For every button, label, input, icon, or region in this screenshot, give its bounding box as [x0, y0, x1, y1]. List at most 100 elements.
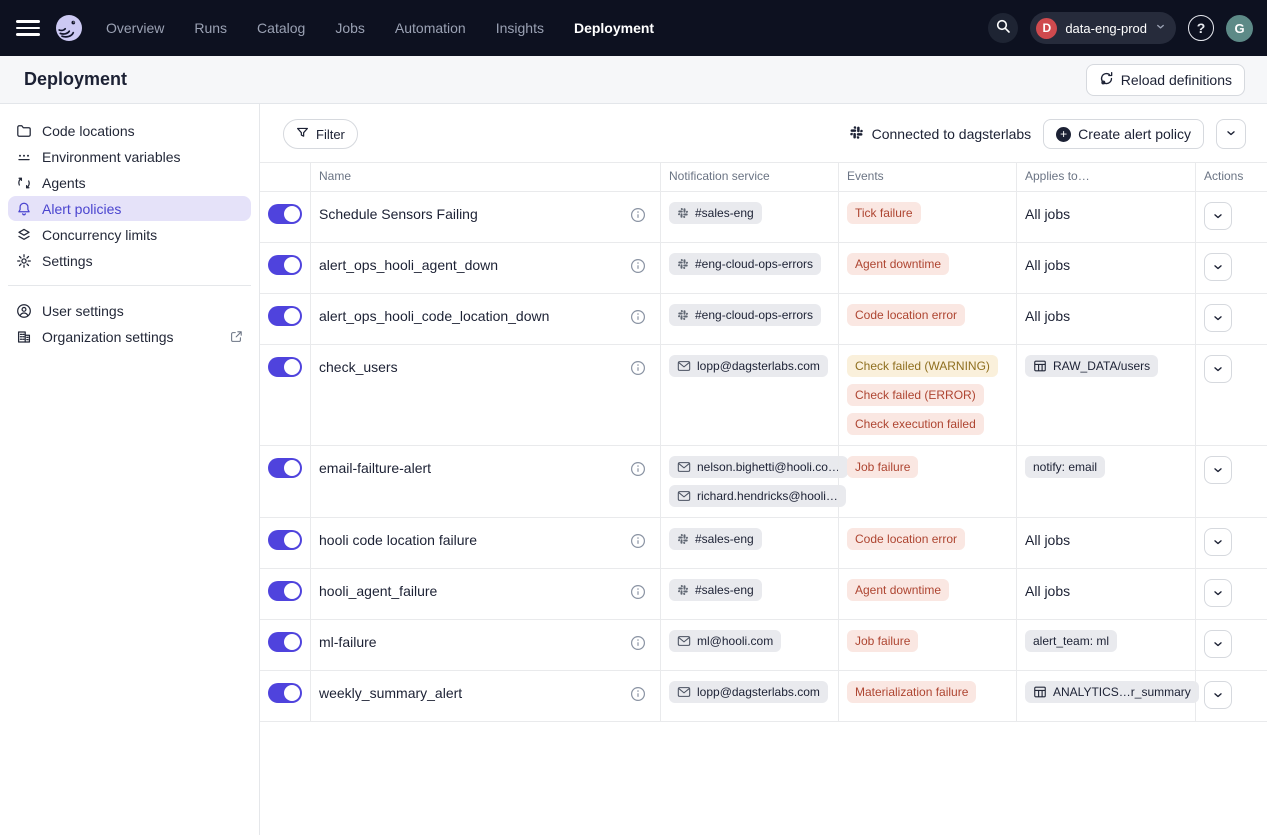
sidebar-item-settings[interactable]: Settings	[8, 248, 251, 273]
applies-to-cell: All jobs	[1016, 569, 1195, 619]
events-cell: Agent downtime	[838, 243, 1016, 293]
events-cell: Check failed (WARNING)Check failed (ERRO…	[838, 345, 1016, 445]
slack-icon	[677, 533, 689, 545]
info-icon[interactable]	[630, 584, 646, 600]
enabled-toggle[interactable]	[268, 357, 302, 377]
enabled-toggle[interactable]	[268, 306, 302, 326]
event-badge: Tick failure	[847, 202, 921, 224]
nav-link-insights[interactable]: Insights	[496, 20, 544, 36]
applies-to-cell: All jobs	[1016, 192, 1195, 242]
asset-badge: RAW_DATA/users	[1025, 355, 1158, 377]
info-icon[interactable]	[630, 360, 646, 376]
row-actions-dropdown-button[interactable]	[1204, 253, 1232, 281]
chevron-down-icon	[1212, 536, 1224, 548]
user-avatar[interactable]: G	[1226, 15, 1253, 42]
row-actions-dropdown-button[interactable]	[1204, 304, 1232, 332]
enabled-toggle[interactable]	[268, 458, 302, 478]
chevron-down-icon	[1212, 689, 1224, 701]
notification-label: nelson.bighetti@hooli.co…	[697, 460, 840, 474]
email-icon	[677, 460, 691, 474]
row-actions-dropdown-button[interactable]	[1204, 579, 1232, 607]
toolbar-more-dropdown-button[interactable]	[1216, 119, 1246, 149]
slack-channel-badge: #sales-eng	[669, 579, 762, 601]
reload-definitions-button[interactable]: Reload definitions	[1086, 64, 1245, 96]
toggle-column-header	[260, 163, 310, 191]
sidebar-item-organization-settings[interactable]: Organization settings	[8, 324, 251, 349]
notification-service-cell: lopp@dagsterlabs.com	[660, 345, 838, 445]
row-actions-dropdown-button[interactable]	[1204, 681, 1232, 709]
events-cell: Job failure	[838, 620, 1016, 670]
settings-sidebar: Code locationsEnvironment variablesAgent…	[0, 104, 260, 835]
dagster-logo-icon[interactable]	[54, 13, 84, 43]
sidebar-item-environment-variables[interactable]: Environment variables	[8, 144, 251, 169]
alert-policies-icon	[16, 201, 32, 217]
applies-to-cell: ANALYTICS…r_summary	[1016, 671, 1195, 721]
agents-icon	[16, 175, 32, 191]
actions-column-header: Actions	[1195, 163, 1267, 191]
table-icon	[1033, 685, 1047, 699]
info-icon[interactable]	[630, 686, 646, 702]
row-actions-dropdown-button[interactable]	[1204, 202, 1232, 230]
sidebar-item-user-settings[interactable]: User settings	[8, 298, 251, 323]
enabled-toggle[interactable]	[268, 581, 302, 601]
applies-to-label: ANALYTICS…r_summary	[1053, 685, 1191, 699]
info-icon[interactable]	[630, 258, 646, 274]
filter-label: Filter	[316, 127, 345, 142]
tag-badge: alert_team: ml	[1025, 630, 1117, 652]
sidebar-item-agents[interactable]: Agents	[8, 170, 251, 195]
alert-policies-toolbar: Filter Connected to dagsterlabs + Create…	[260, 104, 1267, 162]
enabled-toggle[interactable]	[268, 255, 302, 275]
slack-icon	[677, 309, 689, 321]
slack-connection-status: Connected to dagsterlabs	[849, 125, 1032, 143]
name-cell: hooli_agent_failure	[310, 569, 660, 619]
enabled-toggle[interactable]	[268, 683, 302, 703]
nav-link-catalog[interactable]: Catalog	[257, 20, 305, 36]
asset-badge: ANALYTICS…r_summary	[1025, 681, 1199, 703]
nav-link-automation[interactable]: Automation	[395, 20, 466, 36]
applies-to-label: alert_team: ml	[1033, 634, 1109, 648]
chevron-down-icon	[1212, 638, 1224, 650]
email-badge: ml@hooli.com	[669, 630, 781, 652]
sidebar-item-alert-policies[interactable]: Alert policies	[8, 196, 251, 221]
sidebar-item-code-locations[interactable]: Code locations	[8, 118, 251, 143]
name-cell: ml-failure	[310, 620, 660, 670]
sidebar-item-concurrency-limits[interactable]: Concurrency limits	[8, 222, 251, 247]
create-alert-policy-button[interactable]: + Create alert policy	[1043, 119, 1204, 149]
name-cell: Schedule Sensors Failing	[310, 192, 660, 242]
actions-cell	[1195, 243, 1267, 293]
info-icon[interactable]	[630, 461, 646, 477]
alert-policy-row: hooli code location failure#sales-engCod…	[260, 518, 1267, 569]
search-button[interactable]	[988, 13, 1018, 43]
nav-link-runs[interactable]: Runs	[194, 20, 227, 36]
nav-link-deployment[interactable]: Deployment	[574, 20, 654, 36]
alert-policy-row: ml-failure ml@hooli.com Job failure alert_t…	[260, 620, 1267, 671]
row-actions-dropdown-button[interactable]	[1204, 528, 1232, 556]
environment-variables-icon	[16, 149, 32, 165]
sidebar-item-label: Alert policies	[42, 201, 243, 217]
nav-link-jobs[interactable]: Jobs	[335, 20, 365, 36]
help-button[interactable]: ?	[1188, 15, 1214, 41]
filter-button[interactable]: Filter	[283, 119, 358, 149]
event-badge: Check execution failed	[847, 413, 984, 435]
info-icon[interactable]	[630, 533, 646, 549]
event-badge: Agent downtime	[847, 253, 949, 275]
toggle-cell	[260, 294, 310, 344]
concurrency-limits-icon	[16, 227, 32, 243]
row-actions-dropdown-button[interactable]	[1204, 456, 1232, 484]
row-actions-dropdown-button[interactable]	[1204, 630, 1232, 658]
alert-policy-row: check_userslopp@dagsterlabs.comCheck fai…	[260, 345, 1267, 446]
enabled-toggle[interactable]	[268, 204, 302, 224]
row-actions-dropdown-button[interactable]	[1204, 355, 1232, 383]
info-icon[interactable]	[630, 207, 646, 223]
notification-label: richard.hendricks@hooli…	[697, 489, 838, 503]
info-icon[interactable]	[630, 309, 646, 325]
applies-to-cell: RAW_DATA/users	[1016, 345, 1195, 445]
hamburger-menu-icon[interactable]	[16, 16, 40, 40]
enabled-toggle[interactable]	[268, 530, 302, 550]
info-icon[interactable]	[630, 635, 646, 651]
enabled-toggle[interactable]	[268, 632, 302, 652]
nav-link-overview[interactable]: Overview	[106, 20, 164, 36]
events-cell: Agent downtime	[838, 569, 1016, 619]
events-column-header: Events	[838, 163, 1016, 191]
deployment-switcher[interactable]: D data-eng-prod	[1030, 12, 1176, 44]
